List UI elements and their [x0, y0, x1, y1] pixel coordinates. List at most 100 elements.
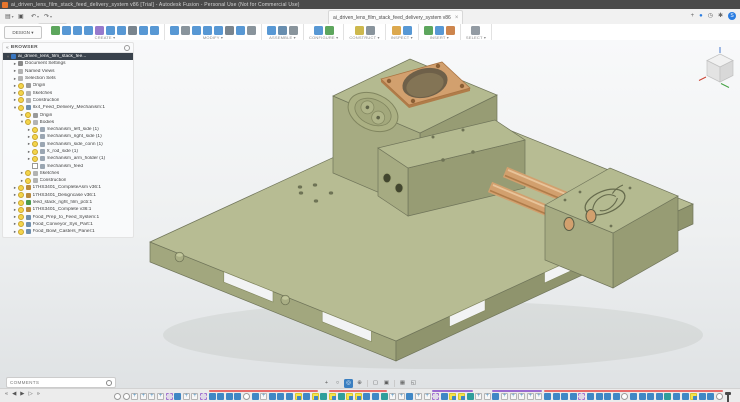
toolbar-tool-icon[interactable]	[203, 26, 212, 35]
visibility-bulb-icon[interactable]	[18, 221, 24, 227]
visibility-bulb-icon[interactable]	[32, 149, 38, 155]
toolbar-tool-icon[interactable]	[84, 26, 93, 35]
timeline-feature-icon[interactable]	[656, 393, 663, 400]
undo-icon[interactable]: ↶▾	[29, 11, 41, 21]
visibility-bulb-icon[interactable]	[32, 156, 38, 162]
timeline-feature-icon[interactable]: +	[148, 393, 155, 400]
timeline-feature-icon[interactable]	[664, 393, 671, 400]
visibility-bulb-icon[interactable]	[18, 185, 24, 191]
toolbar-tool-icon[interactable]	[95, 26, 104, 35]
toolbar-tool-icon[interactable]	[403, 26, 412, 35]
timeline-feature-icon[interactable]: +	[518, 393, 525, 400]
timeline-feature-icon[interactable]	[596, 393, 603, 400]
timeline-feature-icon[interactable]: +	[140, 393, 147, 400]
extensions-icon[interactable]: +	[691, 13, 695, 19]
toolbar-tool-icon[interactable]	[392, 26, 401, 35]
timeline-feature-icon[interactable]: +	[484, 393, 491, 400]
tree-row[interactable]: ▸Construction	[3, 97, 133, 104]
tree-row[interactable]: ▸mechanism_left_side (1)	[3, 126, 133, 133]
tree-row[interactable]: ▸Construction	[3, 177, 133, 184]
tree-row[interactable]: ▸X_rod_side (1)	[3, 148, 133, 155]
visibility-bulb-icon[interactable]	[18, 229, 24, 235]
timeline-feature-icon[interactable]	[621, 393, 628, 400]
browser-options-icon[interactable]	[124, 45, 130, 51]
timeline-feature-icon[interactable]	[355, 393, 362, 400]
step-back-icon[interactable]: ◀	[12, 392, 16, 398]
toolbar-tool-icon[interactable]	[366, 26, 375, 35]
visibility-bulb-icon[interactable]	[32, 141, 38, 147]
viewport-3d[interactable]: « BROWSER ▾ai_driven_lens_film_stack_fee…	[0, 40, 740, 388]
timeline-feature-icon[interactable]	[604, 393, 611, 400]
timeline-feature-icon[interactable]: +	[501, 393, 508, 400]
grid-settings-icon[interactable]: ▦	[398, 379, 407, 388]
timeline-feature-icon[interactable]	[346, 393, 353, 400]
file-menu-icon[interactable]: ▤▾	[3, 11, 16, 21]
toolbar-tool-icon[interactable]	[73, 26, 82, 35]
toolbar-tool-icon[interactable]	[128, 26, 137, 35]
toolbar-tool-icon[interactable]	[314, 26, 323, 35]
timeline-feature-icon[interactable]	[329, 393, 336, 400]
timeline-feature-icon[interactable]	[209, 393, 216, 400]
timeline-feature-icon[interactable]	[467, 393, 474, 400]
timeline-feature-icon[interactable]	[166, 393, 173, 400]
comments-add-icon[interactable]	[106, 380, 112, 386]
tree-row[interactable]: ▸Origin	[3, 111, 133, 118]
timeline-feature-icon[interactable]	[613, 393, 620, 400]
tree-row[interactable]: ▸Sketches	[3, 89, 133, 96]
timeline-feature-icon[interactable]	[639, 393, 646, 400]
toolbar-tool-icon[interactable]	[471, 26, 480, 35]
visibility-bulb-icon[interactable]	[18, 192, 24, 198]
visibility-bulb-icon[interactable]	[18, 207, 24, 213]
timeline-feature-icon[interactable]: +	[535, 393, 542, 400]
timeline-feature-icon[interactable]: +	[398, 393, 405, 400]
tree-row[interactable]: ▸17HS3401_Complete v36:1	[3, 206, 133, 213]
timeline-feature-icon[interactable]	[578, 393, 585, 400]
tree-row[interactable]: ▸feed_stack_right_film_pcb:1	[3, 199, 133, 206]
tree-row[interactable]: ▾ai_driven_lens_film_stack_fee...	[3, 53, 133, 60]
timeline-feature-icon[interactable]	[243, 393, 250, 400]
timeline-feature-icon[interactable]	[707, 393, 714, 400]
timeline-feature-icon[interactable]	[320, 393, 327, 400]
toolbar-tool-icon[interactable]	[424, 26, 433, 35]
timeline-feature-icon[interactable]	[647, 393, 654, 400]
toolbar-tool-icon[interactable]	[325, 26, 334, 35]
workspace-selector[interactable]: DESIGN ▾	[4, 26, 42, 39]
browser-header[interactable]: « BROWSER	[3, 43, 133, 53]
go-to-end-icon[interactable]: »	[37, 392, 40, 398]
timeline-feature-icon[interactable]	[630, 393, 637, 400]
timeline-feature-icon[interactable]	[277, 393, 284, 400]
visibility-bulb-icon[interactable]	[25, 119, 31, 125]
timeline-feature-icon[interactable]: +	[510, 393, 517, 400]
redo-icon[interactable]: ↷▾	[42, 11, 54, 21]
toolbar-tool-icon[interactable]	[117, 26, 126, 35]
visibility-bulb-icon[interactable]	[25, 170, 31, 176]
visibility-bulb-icon[interactable]	[25, 178, 31, 184]
job-status-icon[interactable]: ◷	[708, 13, 713, 19]
comments-bar[interactable]: COMMENTS	[6, 377, 116, 388]
toolbar-tool-icon[interactable]	[247, 26, 256, 35]
tree-row[interactable]: mechanism_feed	[3, 162, 133, 169]
toolbar-tool-icon[interactable]	[214, 26, 223, 35]
toolbar-tool-icon[interactable]	[355, 26, 364, 35]
timeline-feature-icon[interactable]	[269, 393, 276, 400]
presence-icon[interactable]: ●	[699, 13, 703, 19]
go-to-start-icon[interactable]: «	[5, 392, 8, 398]
document-tab[interactable]: ai_driven_lens_film_stack_feed_delivery_…	[328, 10, 463, 24]
visibility-bulb-icon[interactable]	[18, 200, 24, 206]
browser-collapse-icon[interactable]: «	[6, 45, 9, 51]
timeline-feature-icon[interactable]	[217, 393, 224, 400]
tree-row[interactable]: ▸17HS3401_CompleteAsm v36:1	[3, 184, 133, 191]
toolbar-tool-icon[interactable]	[62, 26, 71, 35]
timeline-feature-icon[interactable]	[312, 393, 319, 400]
toolbar-tool-icon[interactable]	[236, 26, 245, 35]
timeline-feature-icon[interactable]: +	[131, 393, 138, 400]
tree-row[interactable]: ▸Named Views	[3, 68, 133, 75]
tree-row[interactable]: ▾Bodies	[3, 119, 133, 126]
timeline-feature-icon[interactable]	[303, 393, 310, 400]
display-settings-icon[interactable]: ▣	[382, 379, 391, 388]
visibility-bulb-icon[interactable]	[18, 105, 24, 111]
timeline-feature-icon[interactable]	[492, 393, 499, 400]
timeline-feature-icon[interactable]	[432, 393, 439, 400]
tree-row[interactable]: ▸Food_Bowl_Casters_Panel:1	[3, 228, 133, 235]
visibility-checkbox[interactable]	[32, 163, 38, 169]
